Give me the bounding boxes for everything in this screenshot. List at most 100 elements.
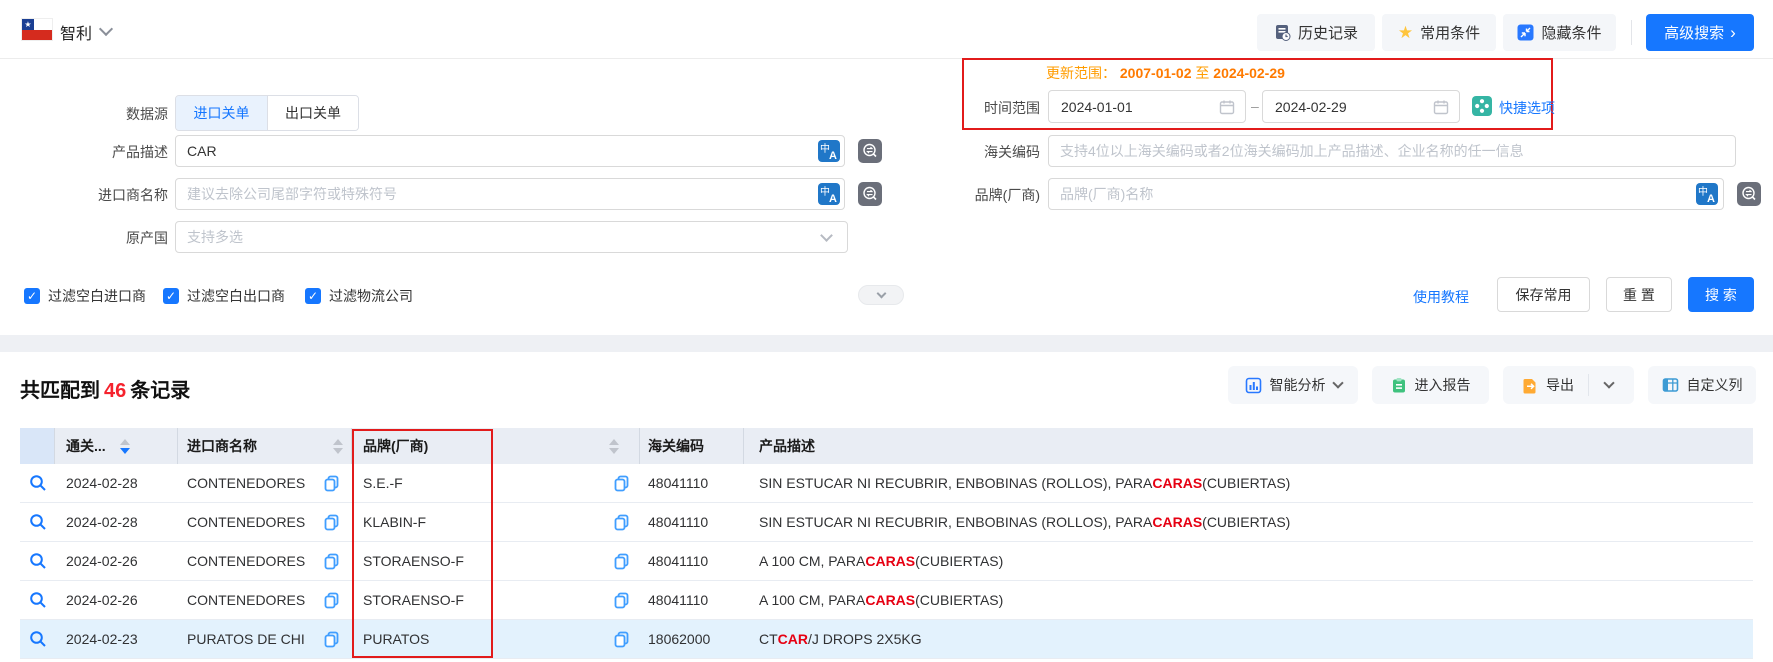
quick-options-link[interactable]: 快捷选项 <box>1499 98 1555 118</box>
table-row[interactable]: 2024-02-23PURATOS DE CHIPURATOS18062000C… <box>20 620 1753 659</box>
table-row[interactable]: 2024-02-28CONTENEDORESKLABIN-F48041110SI… <box>20 503 1753 542</box>
sort-control[interactable] <box>120 439 130 454</box>
sort-control[interactable] <box>609 439 619 454</box>
save-common-button[interactable]: 保存常用 <box>1497 277 1590 312</box>
importer-cell: CONTENEDORES <box>178 464 352 502</box>
checkbox-checked-icon: ✓ <box>24 288 40 304</box>
clearance-date-cell: 2024-02-28 <box>55 503 178 541</box>
row-action-cell <box>20 581 55 619</box>
copy-icon[interactable] <box>614 592 629 609</box>
clearance-date-cell: 2024-02-26 <box>55 581 178 619</box>
tutorial-link[interactable]: 使用教程 <box>1413 287 1469 307</box>
history-button[interactable]: 历史记录 <box>1257 14 1375 51</box>
hs-code-label: 海关编码 <box>930 142 1040 162</box>
header-clearance-date[interactable]: 通关... <box>55 428 178 464</box>
hs-code-cell: 48041110 <box>640 464 744 502</box>
copy-icon[interactable] <box>614 553 629 570</box>
smart-analysis-button[interactable]: 智能分析 <box>1228 366 1358 404</box>
history-icon <box>1274 24 1291 41</box>
brand-cell: PURATOS <box>352 620 640 658</box>
copy-icon[interactable] <box>324 631 339 648</box>
brand-label: 品牌(厂商) <box>930 185 1040 205</box>
copy-icon[interactable] <box>614 631 629 648</box>
filter-blank-importer-checkbox[interactable]: ✓ 过滤空白进口商 <box>24 286 146 306</box>
chile-flag-icon: ★ <box>22 19 52 40</box>
count-number: 46 <box>100 380 130 402</box>
star-icon: ★ <box>1398 23 1413 43</box>
brand-name: PURATOS <box>363 631 429 647</box>
export-icon <box>1522 377 1538 394</box>
export-more-button[interactable] <box>1589 366 1629 404</box>
brand-input[interactable] <box>1048 178 1724 210</box>
search-button[interactable]: 搜 索 <box>1688 277 1754 312</box>
reset-button[interactable]: 重 置 <box>1606 277 1672 312</box>
header-importer[interactable]: 进口商名称 <box>178 428 352 464</box>
date-from-input[interactable]: 2024-01-01 <box>1048 90 1246 123</box>
synonym-search-icon[interactable] <box>1737 182 1761 206</box>
tab-export-declarations[interactable]: 出口关单 <box>267 96 358 130</box>
row-detail-icon[interactable] <box>29 630 47 648</box>
row-detail-icon[interactable] <box>29 552 47 570</box>
copy-icon[interactable] <box>614 514 629 531</box>
table-row[interactable]: 2024-02-28CONTENEDORESS.E.-F48041110SIN … <box>20 464 1753 503</box>
header-label: 进口商名称 <box>187 436 257 456</box>
columns-icon <box>1662 377 1679 393</box>
collapse-panel-button[interactable] <box>858 285 904 305</box>
chevron-down-icon <box>1332 377 1343 388</box>
clearance-date-cell: 2024-02-26 <box>55 542 178 580</box>
translate-icon[interactable]: 中A <box>1696 183 1718 205</box>
country-selector-label[interactable]: 智利 <box>60 20 92 44</box>
hs-code-cell: 18062000 <box>640 620 744 658</box>
header-brand[interactable]: 品牌(厂商) <box>352 428 640 464</box>
copy-icon[interactable] <box>614 475 629 492</box>
report-icon <box>1391 377 1407 394</box>
copy-icon[interactable] <box>324 475 339 492</box>
row-detail-icon[interactable] <box>29 513 47 531</box>
synonym-search-icon[interactable] <box>858 182 882 206</box>
tab-import-declarations[interactable]: 进口关单 <box>176 96 267 130</box>
brand-cell: S.E.-F <box>352 464 640 502</box>
synonym-search-icon[interactable] <box>858 139 882 163</box>
update-range-to: 2024-02-29 <box>1213 65 1285 81</box>
importer-input[interactable] <box>175 178 845 210</box>
quick-options-icon[interactable] <box>1472 96 1492 116</box>
copy-icon[interactable] <box>324 553 339 570</box>
customize-columns-button[interactable]: 自定义列 <box>1648 366 1756 404</box>
copy-icon[interactable] <box>324 592 339 609</box>
hide-conditions-button[interactable]: 隐藏条件 <box>1503 14 1616 51</box>
result-count-text: 共匹配到46条记录 <box>20 374 190 403</box>
datasource-label: 数据源 <box>58 104 168 124</box>
sort-control[interactable] <box>333 439 343 454</box>
export-split-button: 导出 <box>1503 366 1634 404</box>
brand-name: S.E.-F <box>363 475 403 491</box>
topbar: ★ 智利 历史记录 ★ 常用条件 隐藏条件 <box>0 0 1773 59</box>
origin-country-select[interactable] <box>175 221 848 253</box>
header-hs-code[interactable]: 海关编码 <box>640 428 744 464</box>
row-detail-icon[interactable] <box>29 474 47 492</box>
chevron-down-icon[interactable] <box>99 22 113 36</box>
header-product-desc[interactable]: 产品描述 <box>744 428 1753 464</box>
count-prefix: 共匹配到 <box>20 380 100 402</box>
table-row[interactable]: 2024-02-26CONTENEDORESSTORAENSO-F4804111… <box>20 581 1753 620</box>
section-separator <box>0 335 1773 352</box>
copy-icon[interactable] <box>324 514 339 531</box>
row-detail-icon[interactable] <box>29 591 47 609</box>
export-button[interactable]: 导出 <box>1508 366 1588 404</box>
table-body: 2024-02-28CONTENEDORESS.E.-F48041110SIN … <box>20 464 1753 659</box>
date-to-input[interactable]: 2024-02-29 <box>1262 90 1460 123</box>
update-range-label: 更新范围： <box>1046 65 1116 81</box>
product-desc-input[interactable] <box>175 135 845 167</box>
filter-logistics-checkbox[interactable]: ✓ 过滤物流公司 <box>305 286 413 306</box>
filter-blank-exporter-checkbox[interactable]: ✓ 过滤空白出口商 <box>163 286 285 306</box>
translate-icon[interactable]: 中A <box>818 140 840 162</box>
favorites-button[interactable]: ★ 常用条件 <box>1382 14 1496 51</box>
hide-conditions-label: 隐藏条件 <box>1541 22 1601 43</box>
table-row[interactable]: 2024-02-26CONTENEDORESSTORAENSO-F4804111… <box>20 542 1753 581</box>
desc-text: (CUBIERTAS) <box>915 592 1003 608</box>
translate-icon[interactable]: 中A <box>818 183 840 205</box>
datasource-tabs: 进口关单 出口关单 <box>175 95 359 131</box>
enter-report-button[interactable]: 进入报告 <box>1372 366 1489 404</box>
hs-code-input[interactable] <box>1048 135 1736 167</box>
product-desc-cell: CT CAR/J DROPS 2X5KG <box>744 620 1753 658</box>
advanced-search-button[interactable]: 高级搜索 › <box>1646 14 1754 51</box>
